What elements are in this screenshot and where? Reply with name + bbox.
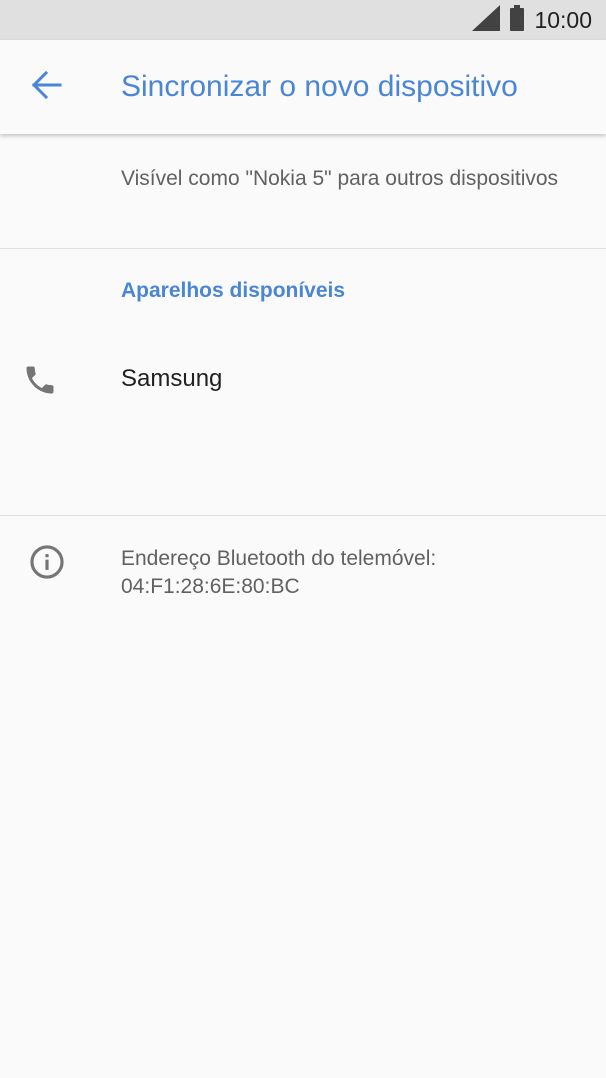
- device-item-samsung[interactable]: Samsung: [0, 340, 606, 424]
- signal-icon: [472, 4, 501, 36]
- battery-icon: [510, 4, 525, 36]
- divider: [0, 515, 606, 516]
- status-time: 10:00: [534, 6, 592, 33]
- divider: [0, 248, 606, 249]
- info-icon: [28, 543, 66, 581]
- device-name: Samsung: [121, 365, 223, 392]
- status-bar: 10:00: [0, 0, 606, 40]
- available-devices-header: Aparelhos disponíveis: [121, 279, 346, 302]
- visibility-text: Visível como "Nokia 5" para outros dispo…: [121, 167, 559, 190]
- app-bar: Sincronizar o novo dispositivo: [0, 40, 606, 134]
- page-title: Sincronizar o novo dispositivo: [121, 70, 518, 103]
- phone-icon: [22, 362, 58, 398]
- bluetooth-address-text: Endereço Bluetooth do telemóvel: 04:F1:2…: [121, 547, 437, 598]
- arrow-left-icon: [31, 70, 62, 104]
- status-icons: 10:00: [472, 0, 592, 40]
- back-button[interactable]: [20, 63, 74, 111]
